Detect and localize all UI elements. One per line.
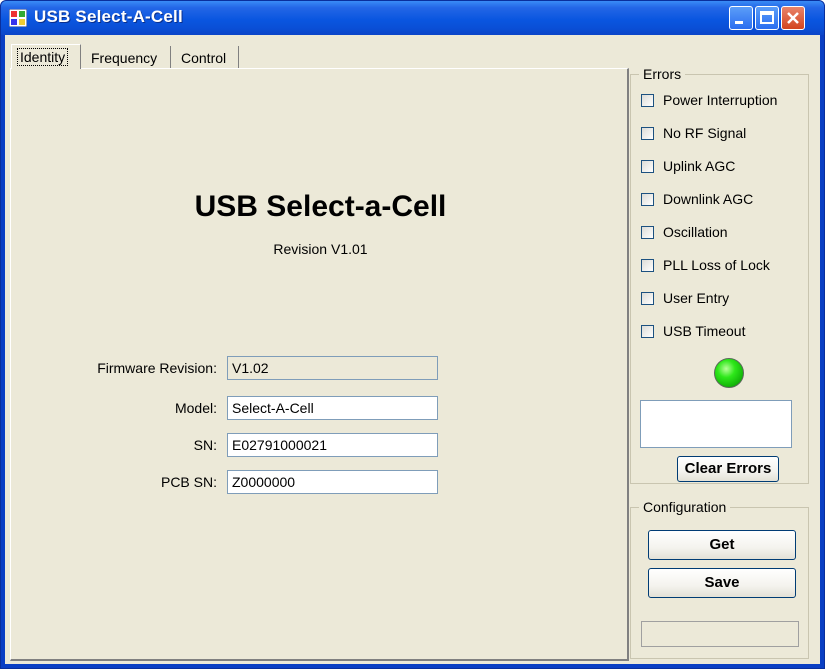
- model-field[interactable]: Select-A-Cell: [227, 396, 438, 420]
- minimize-icon: [735, 21, 743, 24]
- checkbox-box[interactable]: [641, 325, 654, 338]
- checkbox-label: Oscillation: [663, 224, 728, 240]
- identity-tab-page: USB Select-a-Cell Revision V1.01 Firmwar…: [10, 68, 629, 661]
- maximize-icon: [760, 11, 774, 24]
- errors-group: Errors Power Interruption No RF Signal U…: [630, 66, 809, 484]
- close-button[interactable]: [781, 6, 805, 30]
- tab-identity-label: Identity: [16, 48, 69, 66]
- status-led-indicator: [714, 358, 744, 388]
- checkbox-label: USB Timeout: [663, 323, 746, 339]
- tab-frequency[interactable]: Frequency: [83, 46, 171, 69]
- model-label: Model:: [174, 400, 217, 416]
- maximize-button[interactable]: [755, 6, 779, 30]
- close-icon: [787, 12, 799, 24]
- product-title: USB Select-a-Cell: [194, 190, 447, 223]
- sn-field[interactable]: E02791000021: [227, 433, 438, 457]
- save-button[interactable]: Save: [648, 568, 796, 598]
- checkbox-label: User Entry: [663, 290, 730, 306]
- checkbox-label: Uplink AGC: [663, 158, 736, 174]
- tab-control[interactable]: Control: [173, 46, 239, 69]
- errors-group-title: Errors: [639, 66, 686, 82]
- firmware-revision-field: V1.02: [227, 356, 438, 380]
- checkbox-label: PLL Loss of Lock: [663, 257, 770, 273]
- configuration-group-title: Configuration: [639, 499, 731, 515]
- checkbox-box[interactable]: [641, 292, 654, 305]
- configuration-status-box: [641, 621, 799, 647]
- minimize-button[interactable]: [729, 6, 753, 30]
- app-icon: [9, 9, 27, 27]
- get-button[interactable]: Get: [648, 530, 796, 560]
- firmware-revision-label: Firmware Revision:: [97, 360, 217, 376]
- checkbox-box[interactable]: [641, 193, 654, 206]
- checkbox-box[interactable]: [641, 259, 654, 272]
- checkbox-box[interactable]: [641, 226, 654, 239]
- checkbox-box[interactable]: [641, 127, 654, 140]
- tab-identity[interactable]: Identity: [11, 44, 81, 69]
- configuration-group: Configuration Get Save: [630, 499, 809, 659]
- client-area: Identity Frequency Control USB Select-a-…: [5, 35, 820, 664]
- window-title: USB Select-A-Cell: [34, 7, 183, 26]
- title-bar[interactable]: USB Select-A-Cell: [1, 1, 824, 35]
- sn-label: SN:: [193, 437, 217, 453]
- revision-text: Revision V1.01: [273, 241, 368, 257]
- clear-errors-button[interactable]: Clear Errors: [677, 456, 779, 482]
- checkbox-label: Power Interruption: [663, 92, 778, 108]
- pcb-sn-label: PCB SN:: [160, 474, 217, 490]
- tab-frequency-label: Frequency: [91, 50, 158, 66]
- tab-control-label: Control: [181, 50, 227, 66]
- app-window: USB Select-A-Cell Identity Frequency Con…: [0, 0, 825, 669]
- error-message-box: [640, 400, 792, 448]
- checkbox-box[interactable]: [641, 160, 654, 173]
- checkbox-label: Downlink AGC: [663, 191, 754, 207]
- pcb-sn-field[interactable]: Z0000000: [227, 470, 438, 494]
- checkbox-box[interactable]: [641, 94, 654, 107]
- checkbox-label: No RF Signal: [663, 125, 747, 141]
